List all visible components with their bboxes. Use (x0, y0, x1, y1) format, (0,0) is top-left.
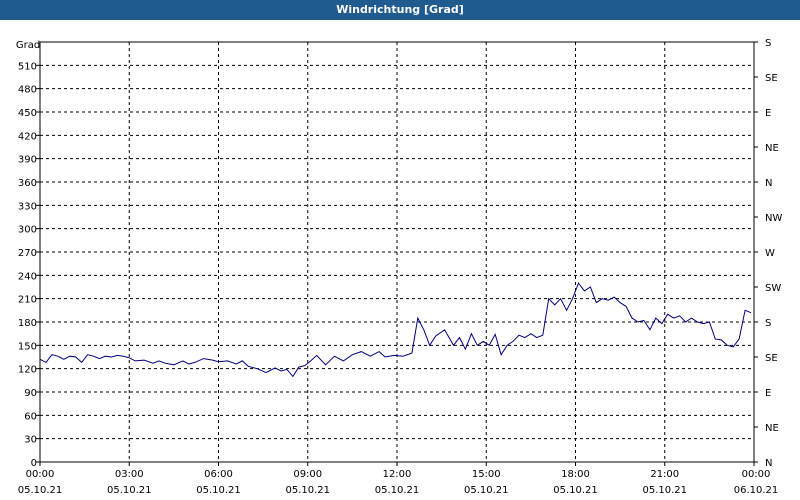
left-tick-label: 450 (18, 108, 37, 119)
left-tick-label: 360 (18, 178, 37, 189)
left-tick-label: 0 (31, 458, 37, 469)
x-tick-time: 00:00 (742, 469, 771, 480)
left-axis-ticks: 0 30 60 90 120 150 180 210 240 270 300 330 360 390 420… (18, 61, 40, 469)
left-tick-label: 90 (24, 388, 37, 399)
left-tick-label: 300 (18, 225, 37, 236)
right-tick-label: N (765, 458, 772, 469)
left-tick-label: 60 (24, 411, 37, 422)
right-tick-label: E (765, 388, 771, 399)
y-axis-label: Grad (16, 40, 40, 51)
left-tick-label: 270 (18, 248, 37, 259)
x-tick-time: 03:00 (115, 469, 144, 480)
x-tick-date: 05.10.21 (18, 485, 63, 496)
left-tick-label: 420 (18, 131, 37, 142)
x-tick-date: 06.10.21 (734, 485, 779, 496)
x-axis-ticks: 00:00 05.10.21 03:00 05.10.21 06:00 05.10.21 0… (18, 462, 779, 496)
x-tick-time: 21:00 (650, 469, 679, 480)
x-tick-date: 05.10.21 (464, 485, 509, 496)
x-tick-time: 06:00 (204, 469, 233, 480)
chart-title: Windrichtung [Grad] (0, 0, 800, 20)
left-tick-label: 240 (18, 271, 37, 282)
x-tick-time: 15:00 (472, 469, 501, 480)
left-tick-label: 210 (18, 295, 37, 306)
right-tick-label: W (765, 248, 775, 259)
x-tick-time: 12:00 (383, 469, 412, 480)
x-tick-date: 05.10.21 (553, 485, 598, 496)
left-tick-label: 390 (18, 155, 37, 166)
right-tick-label: NE (765, 423, 779, 434)
right-tick-label: NW (765, 213, 782, 224)
right-tick-label: N (765, 178, 772, 189)
right-tick-label: S (765, 318, 771, 329)
left-tick-label: 120 (18, 365, 37, 376)
x-tick-time: 00:00 (26, 469, 55, 480)
left-tick-label: 150 (18, 341, 37, 352)
right-tick-label: E (765, 108, 771, 119)
right-tick-label: NE (765, 143, 779, 154)
x-tick-date: 05.10.21 (642, 485, 687, 496)
right-tick-label: SW (765, 283, 781, 294)
x-tick-date: 05.10.21 (107, 485, 152, 496)
right-tick-label: SE (765, 73, 778, 84)
right-tick-label: S (765, 38, 771, 49)
x-tick-date: 05.10.21 (196, 485, 241, 496)
left-tick-label: 330 (18, 201, 37, 212)
x-tick-time: 18:00 (561, 469, 590, 480)
left-tick-label: 510 (18, 61, 37, 72)
x-tick-time: 09:00 (293, 469, 322, 480)
left-tick-label: 30 (24, 435, 37, 446)
right-tick-label: SE (765, 353, 778, 364)
left-tick-label: 180 (18, 318, 37, 329)
x-tick-date: 05.10.21 (285, 485, 330, 496)
left-tick-label: 480 (18, 85, 37, 96)
x-tick-date: 05.10.21 (375, 485, 420, 496)
wind-direction-chart: 0 30 60 90 120 150 180 210 240 270 300 330 360 390 420… (16, 38, 783, 496)
right-axis-ticks: N NE E SE S SW W NW N NE E SE S (754, 38, 782, 469)
